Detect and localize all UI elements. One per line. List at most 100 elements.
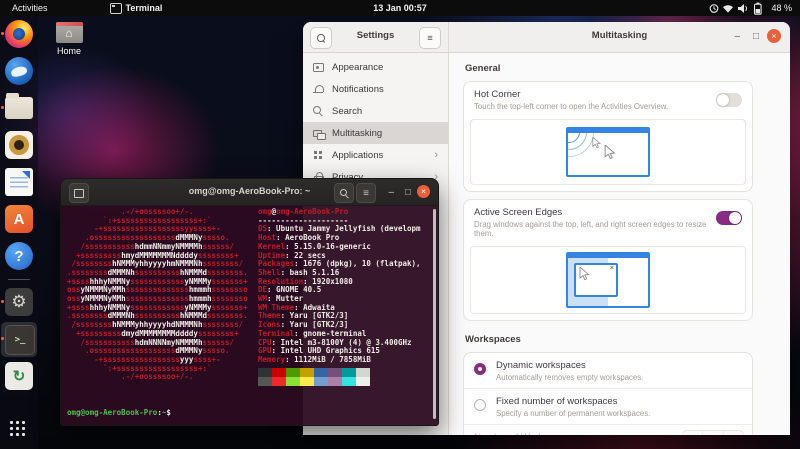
workspace-number-spinner[interactable]: 4 xyxy=(682,430,744,435)
hot-corner-toggle[interactable] xyxy=(716,93,742,107)
close-button[interactable]: × xyxy=(767,29,781,43)
hot-corner-card: Hot Corner Touch the top-left corner to … xyxy=(463,81,753,192)
dock-divider xyxy=(8,279,30,280)
rhythmbox-icon xyxy=(5,131,33,159)
dock-item-libreoffice-writer[interactable] xyxy=(0,164,38,201)
terminal-menu-button[interactable]: ≡ xyxy=(356,183,376,203)
workspaces-card: Dynamic workspaces Automatically removes… xyxy=(463,352,753,435)
sidebar-item-search[interactable]: Search xyxy=(303,100,448,122)
section-heading-general: General xyxy=(465,63,753,74)
dock: A ? ⚙ >_ ↻ xyxy=(0,16,38,449)
dynamic-workspaces-row[interactable]: Dynamic workspaces Automatically removes… xyxy=(464,353,752,388)
app-grid-icon xyxy=(10,421,13,424)
desktop-icon-home[interactable]: ⌂ Home xyxy=(52,22,86,56)
dock-item-trash[interactable]: ↻ xyxy=(0,358,38,395)
chevron-right-icon: › xyxy=(434,149,438,161)
dock-item-ubuntu-software[interactable]: A xyxy=(0,201,38,238)
workspace-number-value: 4 xyxy=(683,431,702,435)
sidebar-item-label: Appearance xyxy=(332,62,438,73)
spinner-decrement[interactable] xyxy=(702,431,722,435)
dock-item-terminal[interactable]: >_ xyxy=(0,321,38,358)
top-bar: Activities Terminal 13 Jan 00:57 48 % xyxy=(0,0,800,16)
palette-swatch xyxy=(356,377,370,386)
minimize-button[interactable]: – xyxy=(734,30,740,43)
trash-icon: ↻ xyxy=(5,362,33,390)
sidebar-item-label: Multitasking xyxy=(332,128,438,139)
sidebar-item-label: Applications xyxy=(332,150,426,161)
hot-corner-subtitle: Touch the top-left corner to open the Ac… xyxy=(474,102,719,111)
palette-swatch xyxy=(286,377,300,386)
multitask-icon xyxy=(313,128,324,139)
dock-item-firefox[interactable] xyxy=(0,16,38,53)
palette-swatch xyxy=(286,368,300,377)
maximize-icon: □ xyxy=(753,31,759,42)
menu-button[interactable]: ≡ xyxy=(419,27,441,49)
section-heading-workspaces: Workspaces xyxy=(465,334,753,345)
sidebar-item-notifications[interactable]: Notifications xyxy=(303,78,448,100)
neofetch-info: omg@omg-AeroBook-Pro--------------------… xyxy=(258,208,434,365)
terminal-title: omg@omg-AeroBook-Pro: ~ xyxy=(61,186,438,196)
palette-swatch xyxy=(258,377,272,386)
running-dot xyxy=(1,337,4,340)
gear-icon: ⚙ xyxy=(5,288,33,316)
dock-item-files[interactable] xyxy=(0,90,38,127)
activities-button[interactable]: Activities xyxy=(12,3,48,13)
dock-item-thunderbird[interactable] xyxy=(0,53,38,90)
palette-swatch xyxy=(356,368,370,377)
close-icon: × xyxy=(421,186,426,196)
spinner-increment[interactable] xyxy=(723,431,743,435)
running-dot xyxy=(1,32,4,35)
terminal-maximize-button[interactable]: □ xyxy=(405,187,411,199)
radio-unselected-icon[interactable] xyxy=(474,399,486,411)
dock-item-help[interactable]: ? xyxy=(0,238,38,275)
multitasking-panel: General Hot Corner Touch the top-left co… xyxy=(449,53,790,435)
sidebar-item-label: Notifications xyxy=(332,84,438,95)
running-dot xyxy=(1,106,4,109)
sidebar-item-appearance[interactable]: Appearance xyxy=(303,56,448,78)
cursor-icon xyxy=(592,137,602,149)
fixed-workspaces-title: Fixed number of workspaces xyxy=(496,396,742,407)
settings-headerbar-left: Settings ≡ xyxy=(303,22,449,52)
home-label: Home xyxy=(52,46,86,56)
terminal-minimize-button[interactable]: – xyxy=(388,187,394,199)
help-icon: ? xyxy=(5,242,33,270)
dock-item-settings[interactable]: ⚙ xyxy=(0,284,38,321)
active-edges-title: Active Screen Edges xyxy=(474,207,742,218)
palette-swatch xyxy=(314,377,328,386)
active-edges-toggle[interactable] xyxy=(716,211,742,225)
sidebar-item-applications[interactable]: Applications › xyxy=(303,144,448,166)
thunderbird-icon xyxy=(5,57,33,85)
hot-corner-illustration xyxy=(470,119,746,185)
apps-icon xyxy=(313,150,324,161)
active-edges-subtitle: Drag windows against the top, left, and … xyxy=(474,220,719,238)
dock-item-rhythmbox[interactable] xyxy=(0,127,38,164)
terminal-scrollbar[interactable] xyxy=(433,209,436,419)
menu-icon: ≡ xyxy=(427,33,433,44)
dock-item-app-grid[interactable] xyxy=(0,411,38,445)
terminal-search-button[interactable] xyxy=(334,183,354,203)
bell-icon xyxy=(313,84,324,95)
palette-swatch xyxy=(272,368,286,377)
palette-swatch xyxy=(314,368,328,377)
hot-corner-mockup xyxy=(566,127,650,177)
radio-selected-icon[interactable] xyxy=(474,363,486,375)
terminal-content[interactable]: .-/+oossssoo+/-. `:+ssssssssssssssssss+:… xyxy=(61,205,438,425)
mini-close-icon: × xyxy=(610,265,614,272)
maximize-button[interactable]: □ xyxy=(753,30,759,43)
sidebar-item-multitasking[interactable]: Multitasking xyxy=(303,122,448,144)
system-tray[interactable]: 48 % xyxy=(709,0,792,16)
terminal-close-button[interactable]: × xyxy=(417,185,430,198)
desktop: Activities Terminal 13 Jan 00:57 48 % A … xyxy=(0,0,800,449)
active-edges-mockup: × xyxy=(566,252,650,308)
terminal-icon xyxy=(110,3,122,14)
search-icon xyxy=(313,106,324,117)
dynamic-workspaces-title: Dynamic workspaces xyxy=(496,360,742,371)
fixed-workspaces-subtitle: Specify a number of permanent workspaces… xyxy=(496,409,741,418)
fixed-workspaces-row[interactable]: Fixed number of workspaces Specify a num… xyxy=(464,389,752,424)
palette-swatch xyxy=(300,368,314,377)
close-icon: × xyxy=(771,31,776,41)
active-edges-card: Active Screen Edges Drag windows against… xyxy=(463,199,753,321)
clock[interactable]: 13 Jan 00:57 xyxy=(373,3,427,13)
focused-app-indicator[interactable]: Terminal xyxy=(110,3,163,14)
settings-headerbar-right: Multitasking – □ × xyxy=(449,22,790,52)
